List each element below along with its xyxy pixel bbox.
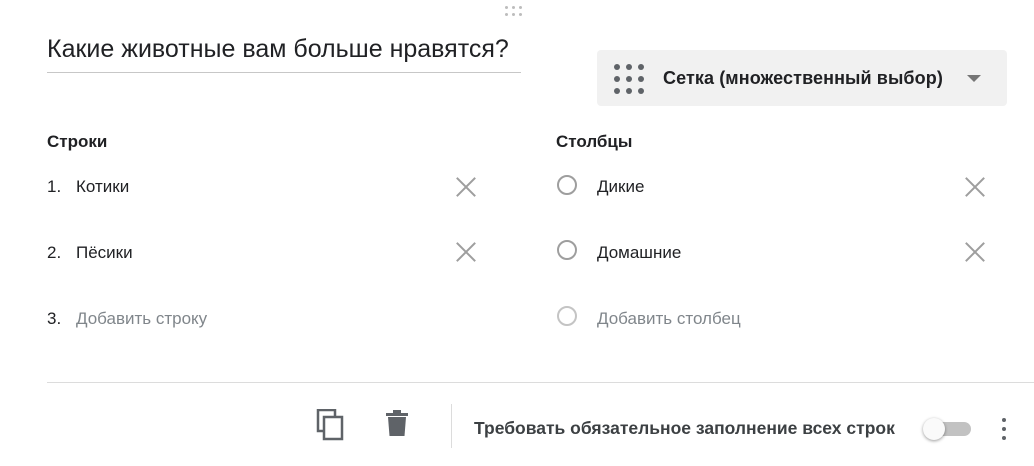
row-number: 2. bbox=[47, 243, 62, 262]
column-option-input[interactable]: Дикие bbox=[597, 177, 644, 197]
radio-icon bbox=[557, 306, 577, 326]
remove-row-close-icon[interactable] bbox=[455, 241, 477, 263]
remove-column-close-icon[interactable] bbox=[964, 241, 986, 263]
trash-icon[interactable] bbox=[385, 410, 409, 443]
question-type-label: Сетка (множественный выбор) bbox=[663, 68, 943, 88]
toolbar-divider bbox=[451, 404, 452, 448]
row-number: 1. bbox=[47, 177, 62, 196]
copy-icon[interactable] bbox=[316, 408, 346, 446]
columns-heading: Столбцы bbox=[556, 132, 633, 151]
radio-icon bbox=[557, 240, 577, 260]
drag-handle-icon[interactable] bbox=[505, 6, 527, 20]
add-column-input[interactable]: Добавить столбец bbox=[597, 309, 741, 329]
question-title-input[interactable]: Какие животные вам больше нравятся? bbox=[47, 32, 521, 73]
row-number: 3. bbox=[47, 309, 62, 328]
footer-divider bbox=[47, 382, 1034, 383]
required-toggle[interactable] bbox=[923, 418, 971, 440]
dropdown-arrow-icon bbox=[967, 75, 981, 82]
rows-heading: Строки bbox=[47, 132, 108, 151]
more-vert-icon[interactable] bbox=[999, 416, 1009, 442]
question-type-select[interactable]: Сетка (множественный выбор) bbox=[597, 50, 1007, 106]
remove-column-close-icon[interactable] bbox=[964, 176, 986, 198]
row-option-input[interactable]: Котики bbox=[76, 177, 129, 197]
required-label: Требовать обязательное заполнение всех с… bbox=[474, 418, 895, 438]
grid-icon bbox=[614, 64, 644, 94]
row-option-input[interactable]: Пёсики bbox=[76, 243, 133, 263]
column-option-input[interactable]: Домашние bbox=[597, 243, 681, 263]
radio-icon bbox=[557, 175, 577, 195]
remove-row-close-icon[interactable] bbox=[455, 176, 477, 198]
toggle-thumb bbox=[923, 418, 945, 440]
add-row-input[interactable]: Добавить строку bbox=[76, 309, 207, 329]
